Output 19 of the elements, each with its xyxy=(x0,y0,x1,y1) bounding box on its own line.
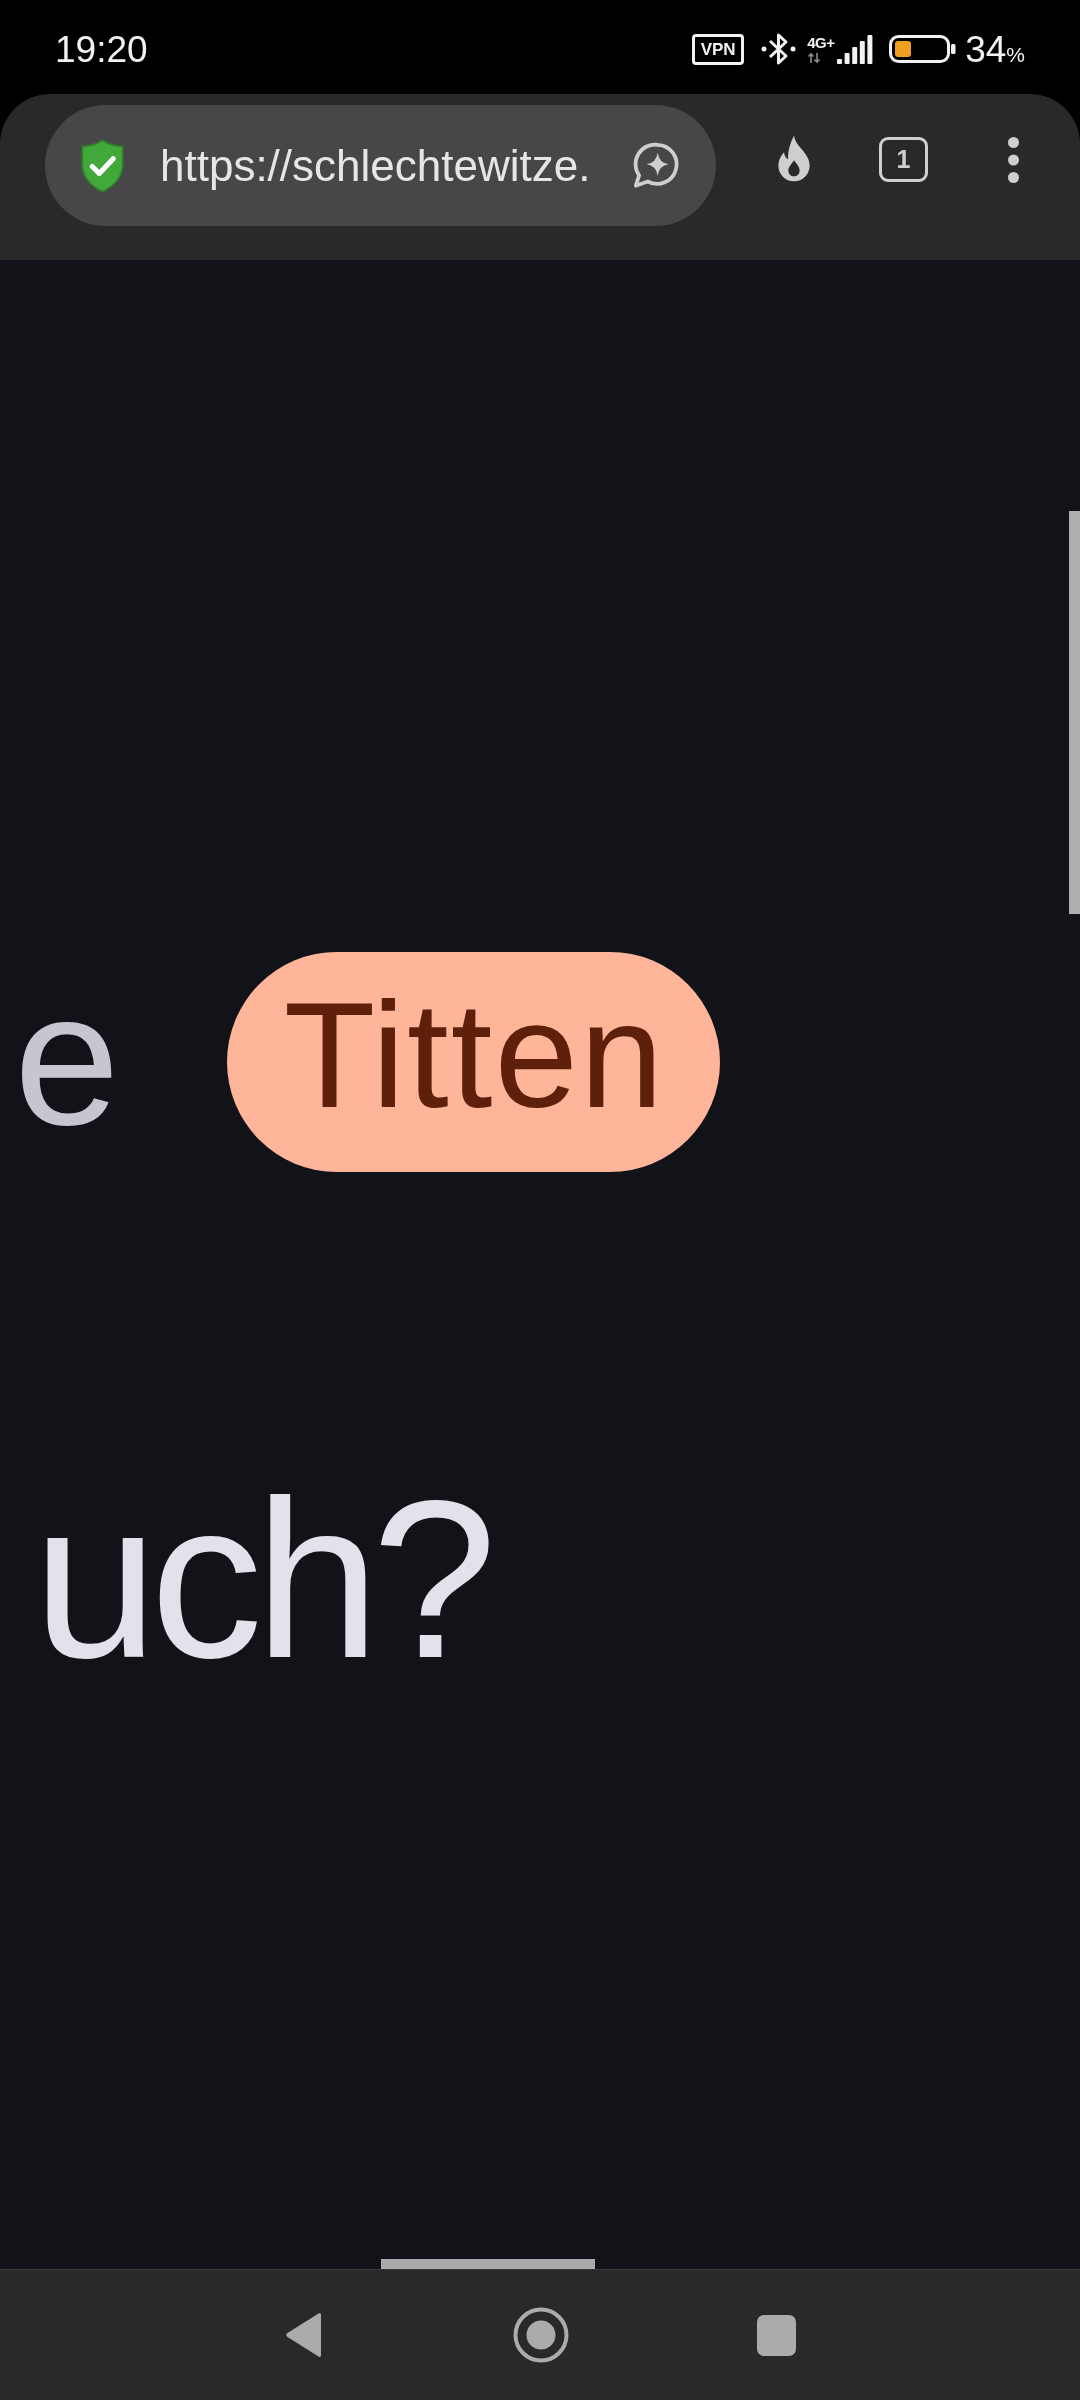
home-icon[interactable] xyxy=(512,2307,569,2363)
battery-percentage: 34% xyxy=(965,30,1025,68)
back-icon[interactable] xyxy=(284,2312,323,2358)
battery-icon xyxy=(889,35,957,63)
vpn-indicator: VPN xyxy=(692,33,745,65)
bluetooth-icon xyxy=(760,32,798,66)
vertical-scrollbar[interactable] xyxy=(1069,511,1080,914)
clock-time: 19:20 xyxy=(55,30,148,68)
menu-icon[interactable] xyxy=(1008,137,1019,183)
address-bar[interactable]: https://schlechtewitze. xyxy=(45,105,716,226)
horizontal-scrollbar[interactable] xyxy=(381,2259,595,2269)
tab-count-button[interactable]: 1 xyxy=(879,137,928,182)
network-type: 4G+ xyxy=(807,34,835,50)
url-text[interactable]: https://schlechtewitze. xyxy=(160,143,591,188)
text-fragment: uch? xyxy=(33,1467,489,1692)
text-fragment: e xyxy=(14,963,120,1153)
highlighted-word: Titten xyxy=(226,952,721,1172)
data-arrows-icon xyxy=(807,51,822,64)
recents-icon[interactable] xyxy=(756,2314,796,2356)
